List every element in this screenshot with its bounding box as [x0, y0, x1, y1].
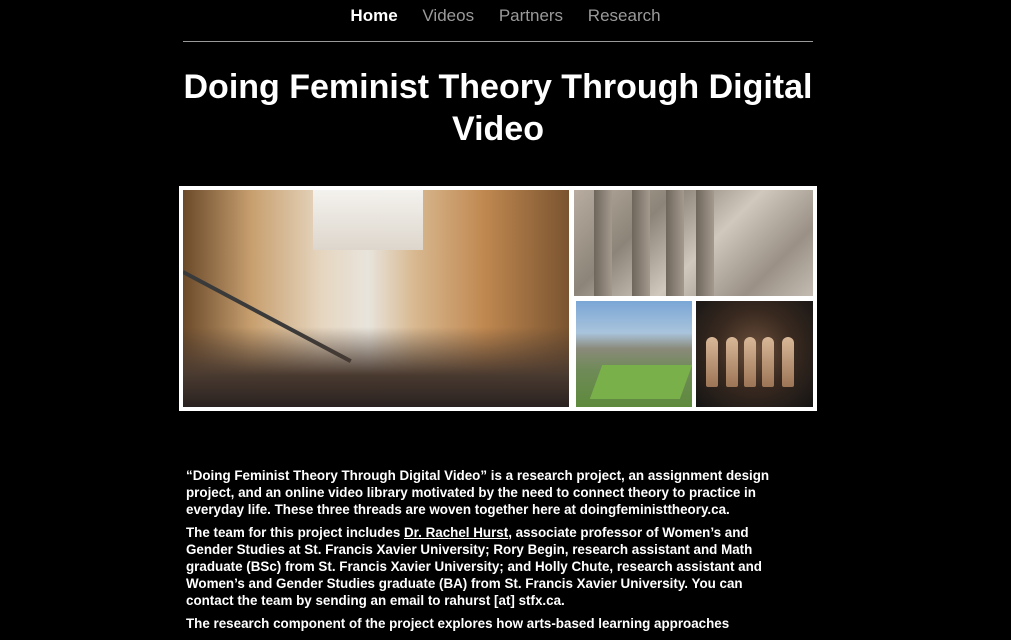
- page-title: Doing Feminist Theory Through Digital Vi…: [183, 68, 813, 148]
- mannequins-photo: [696, 301, 813, 407]
- street-stairs-photo: [183, 190, 569, 407]
- photo-gallery: [179, 186, 817, 411]
- nav-partners-link[interactable]: Partners: [499, 6, 563, 26]
- intro-text: “Doing Feminist Theory Through Digital V…: [186, 467, 786, 638]
- nav-videos-link[interactable]: Videos: [422, 6, 474, 26]
- nav-home-link[interactable]: Home: [350, 6, 397, 26]
- city-park-photo: [576, 301, 692, 407]
- research-paragraph: The research component of the project ex…: [186, 616, 730, 631]
- intro-paragraph: “Doing Feminist Theory Through Digital V…: [186, 468, 770, 517]
- nav-research-link[interactable]: Research: [588, 6, 661, 26]
- stone-arcade-photo: [574, 190, 813, 296]
- main-nav: Home Videos Partners Research: [0, 6, 1011, 26]
- rachel-hurst-link[interactable]: Dr. Rachel Hurst: [404, 525, 508, 540]
- nav-divider: [183, 41, 813, 42]
- team-text-start: The team for this project includes: [186, 525, 405, 540]
- team-paragraph: The team for this project includes Dr. R…: [186, 524, 786, 609]
